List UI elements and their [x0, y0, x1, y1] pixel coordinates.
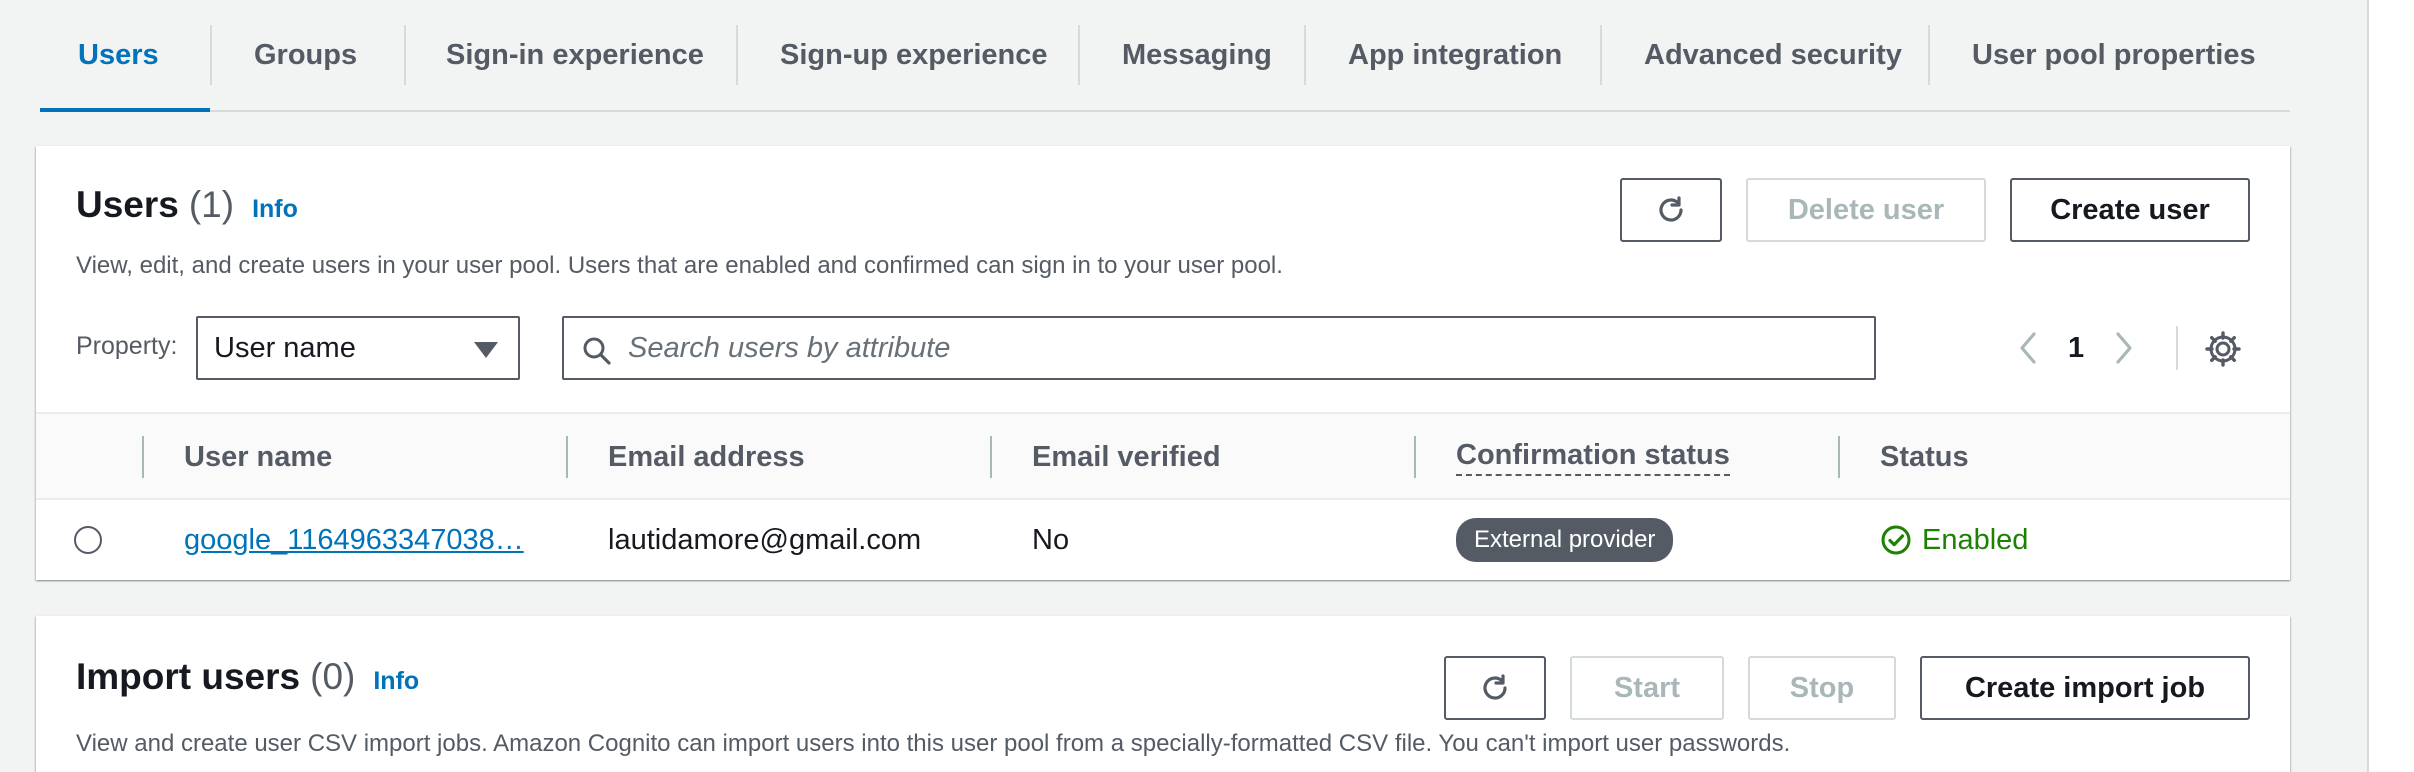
import-count: (0)	[310, 656, 356, 697]
refresh-icon	[1483, 674, 1507, 700]
search-icon	[583, 337, 611, 365]
users-panel: Users (1) Info Delete user Create user V…	[36, 146, 2290, 580]
property-select[interactable]: User name	[196, 316, 520, 380]
refresh-users-button[interactable]	[1620, 178, 1722, 242]
stop-import-button[interactable]: Stop	[1748, 656, 1896, 720]
users-description: View, edit, and create users in your use…	[76, 252, 1283, 279]
users-title: Users	[76, 184, 179, 225]
property-label: Property:	[76, 332, 178, 360]
main-content: Users Groups Sign-in experience Sign-up …	[0, 0, 2367, 772]
column-header-email-address[interactable]: Email address	[608, 414, 805, 500]
tab-sign-in-experience[interactable]: Sign-in experience	[406, 0, 736, 110]
table-row: google_1164963347038… lautidamore@gmail.…	[36, 500, 2290, 580]
status-indicator: Enabled	[1880, 524, 2028, 557]
right-panel-edge	[2367, 0, 2414, 772]
column-divider	[1838, 436, 1840, 478]
users-table-header: User name Email address Email verified C…	[36, 412, 2290, 500]
tab-groups[interactable]: Groups	[212, 0, 404, 110]
search-users-input[interactable]: Search users by attribute	[562, 316, 1876, 380]
import-users-panel: Import users (0) Info Start Stop Create …	[36, 616, 2290, 772]
import-info-link[interactable]: Info	[373, 667, 419, 696]
user-name-link[interactable]: google_1164963347038…	[184, 524, 524, 557]
tab-messaging[interactable]: Messaging	[1080, 0, 1304, 110]
column-header-status[interactable]: Status	[1880, 414, 1969, 500]
refresh-import-button[interactable]	[1444, 656, 1546, 720]
cell-email-verified: No	[1032, 523, 1070, 556]
column-divider	[142, 436, 144, 478]
pagination-divider	[2176, 326, 2178, 370]
column-header-email-verified[interactable]: Email verified	[1032, 414, 1221, 500]
status-text: Enabled	[1922, 523, 2029, 556]
import-heading: Import users (0) Info	[76, 656, 419, 698]
column-divider	[990, 436, 992, 478]
cell-status: Enabled	[1880, 500, 2028, 580]
tab-user-pool-properties[interactable]: User pool properties	[1930, 0, 2260, 110]
tab-bar: Users Groups Sign-in experience Sign-up …	[40, 0, 2290, 112]
users-heading: Users (1) Info	[76, 184, 298, 226]
delete-user-button[interactable]: Delete user	[1746, 178, 1986, 242]
property-select-value: User name	[214, 331, 356, 364]
tab-users[interactable]: Users	[40, 0, 210, 112]
chevron-right-icon[interactable]	[2110, 328, 2138, 368]
import-title: Import users	[76, 656, 301, 697]
check-circle-icon	[1881, 525, 1911, 555]
column-header-user-name[interactable]: User name	[184, 414, 332, 500]
users-count: (1)	[188, 184, 235, 225]
pagination: 1	[2014, 328, 2138, 368]
column-header-confirmation-status[interactable]: Confirmation status	[1456, 414, 1730, 500]
cell-email-address: lautidamore@gmail.com	[608, 523, 922, 556]
search-placeholder: Search users by attribute	[628, 331, 951, 364]
cell-user-name: google_1164963347038…	[184, 500, 524, 580]
gear-icon[interactable]	[2204, 330, 2242, 368]
confirmation-status-badge: External provider	[1456, 518, 1674, 562]
cell-confirmation-status: External provider	[1456, 500, 1674, 580]
import-description: View and create user CSV import jobs. Am…	[76, 730, 1791, 757]
users-info-link[interactable]: Info	[252, 195, 298, 224]
caret-down-icon	[474, 342, 498, 358]
current-page[interactable]: 1	[2068, 332, 2084, 365]
confirmation-status-label: Confirmation status	[1456, 439, 1730, 476]
row-select-radio[interactable]	[74, 526, 102, 554]
tab-app-integration[interactable]: App integration	[1306, 0, 1600, 110]
column-divider	[1414, 436, 1416, 478]
refresh-icon	[1659, 196, 1683, 222]
create-import-job-button[interactable]: Create import job	[1920, 656, 2250, 720]
start-import-button[interactable]: Start	[1570, 656, 1724, 720]
tab-sign-up-experience[interactable]: Sign-up experience	[738, 0, 1078, 110]
create-user-button[interactable]: Create user	[2010, 178, 2250, 242]
tab-advanced-security[interactable]: Advanced security	[1602, 0, 1928, 110]
column-divider	[566, 436, 568, 478]
chevron-left-icon[interactable]	[2014, 328, 2042, 368]
